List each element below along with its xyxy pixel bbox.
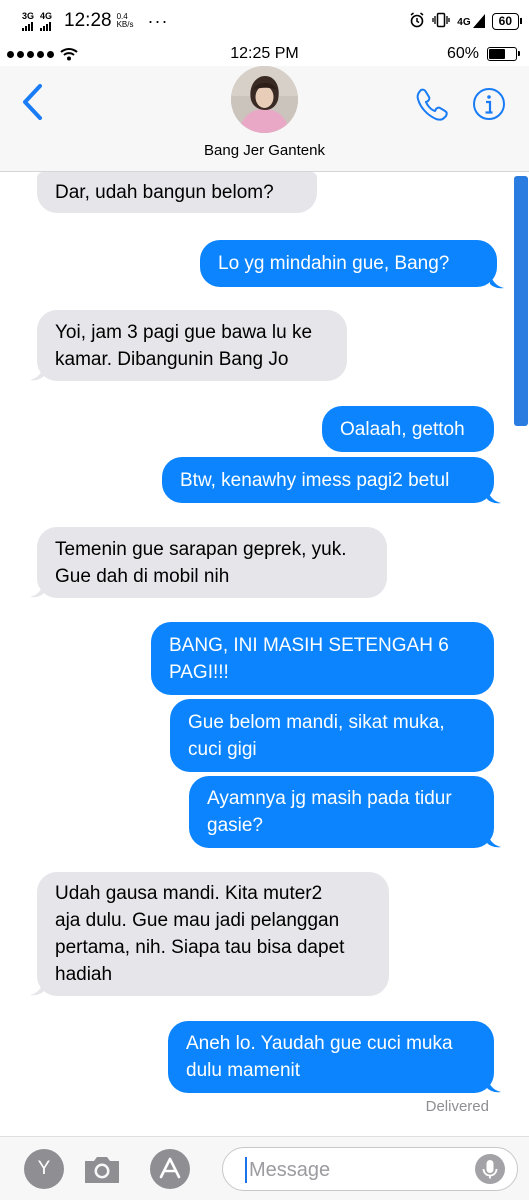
message-bubble-incoming[interactable]: Udah gausa mandi. Kita muter2 aja dulu. …: [37, 872, 389, 996]
conversation-header: Bang Jer Gantenk: [0, 66, 529, 172]
contact-avatar[interactable]: [231, 66, 298, 133]
phone-icon[interactable]: [413, 86, 449, 122]
more-notifications-icon: ···: [147, 11, 169, 31]
message-bubble-incoming[interactable]: Temenin gue sarapan geprek, yuk. Gue dah…: [37, 527, 387, 598]
lte-label: 4G: [457, 17, 471, 28]
apps-button-label: Y: [37, 1158, 51, 1179]
alarm-icon: [409, 11, 425, 31]
signal-bars-icon: [22, 21, 33, 31]
delivered-status: Delivered: [425, 1098, 489, 1115]
android-clock: 12:28: [64, 10, 112, 31]
signal-bars-icon: [40, 21, 52, 31]
message-bubble-outgoing[interactable]: Aneh lo. Yaudah gue cuci muka dulu mamen…: [168, 1021, 494, 1093]
message-bubble-outgoing[interactable]: Ayamnya jg masih pada tidur gasie?: [189, 776, 494, 848]
network-3g-label: 3G: [22, 10, 35, 21]
bubble-tail: [487, 488, 501, 504]
apps-button[interactable]: Y: [24, 1149, 64, 1189]
wifi-icon: [60, 48, 78, 61]
bubble-tail: [490, 273, 504, 289]
text-caret: [245, 1157, 247, 1183]
contact-name[interactable]: Bang Jer Gantenk: [0, 142, 529, 159]
bubble-tail: [487, 832, 501, 848]
android-status-bar: 3G 4G 12:28 0.4 KB/s ··· 4G 60: [0, 0, 529, 42]
cellular-signal-icon: [7, 50, 54, 58]
message-bubble-incoming[interactable]: Yoi, jam 3 pagi gue bawa lu ke kamar. Di…: [37, 310, 347, 381]
bubble-tail: [30, 980, 44, 996]
battery-percent: 60%: [446, 45, 479, 62]
message-bubble-outgoing[interactable]: Oalaah, gettoh: [322, 406, 494, 452]
network-speed-unit: KB/s: [116, 20, 134, 29]
message-bubble-incoming[interactable]: Dar, udah bangun belom?: [37, 172, 317, 213]
battery-icon: [487, 47, 520, 61]
message-bubble-outgoing[interactable]: Gue belom mandi, sikat muka, cuci gigi: [170, 699, 494, 772]
android-battery: 60: [491, 12, 523, 30]
app-store-icon[interactable]: [150, 1149, 190, 1189]
signal-3g: 3G: [22, 10, 35, 31]
bubble-tail: [30, 582, 44, 598]
message-input[interactable]: Message: [222, 1147, 518, 1191]
info-icon[interactable]: [472, 87, 506, 121]
message-thread[interactable]: Dar, udah bangun belom? Lo yg mindahin g…: [0, 172, 529, 1136]
vibrate-icon: [432, 12, 450, 31]
scrollbar[interactable]: [514, 176, 528, 426]
battery-fill: [489, 49, 505, 59]
ios-status-bar: 12:25 PM 60%: [0, 42, 529, 66]
lte-signal-icon: 4G: [457, 14, 485, 28]
message-bubble-outgoing[interactable]: BANG, INI MASIH SETENGAH 6 PAGI!!!: [151, 622, 494, 695]
network-speed: 0.4 KB/s: [117, 13, 134, 29]
message-placeholder: Message: [249, 1159, 331, 1181]
network-4g-label: 4G: [40, 10, 53, 21]
bubble-tail: [30, 365, 44, 381]
message-bubble-outgoing[interactable]: Btw, kenawhy imess pagi2 betul: [162, 457, 494, 503]
microphone-icon[interactable]: [475, 1154, 505, 1184]
signal-4g: 4G: [40, 10, 53, 31]
back-chevron-icon[interactable]: [18, 82, 48, 122]
camera-icon[interactable]: [82, 1149, 122, 1189]
message-bubble-outgoing[interactable]: Lo yg mindahin gue, Bang?: [200, 240, 497, 287]
bubble-tail: [487, 1077, 501, 1093]
compose-bar: Y Message: [0, 1136, 529, 1200]
